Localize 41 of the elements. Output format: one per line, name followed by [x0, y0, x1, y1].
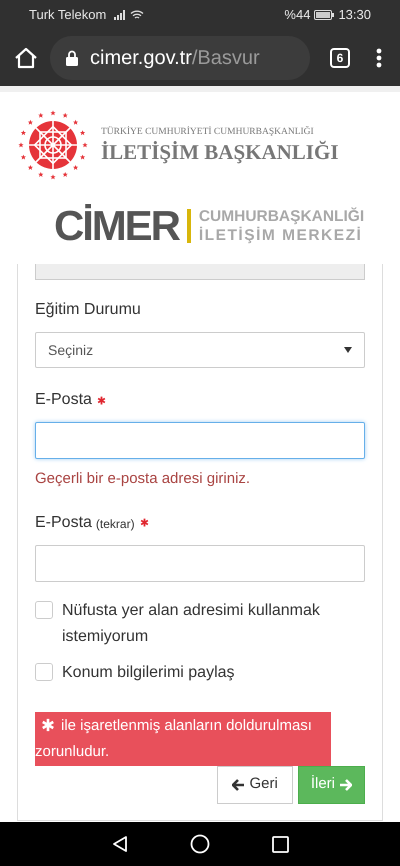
lock-icon: [66, 50, 78, 66]
arrow-left-icon: [232, 778, 246, 790]
arrow-right-icon: [339, 778, 352, 790]
field-label: Eğitim Durumu: [35, 300, 141, 320]
required-icon: [140, 518, 149, 527]
required-icon: [96, 396, 106, 404]
back-nav-icon[interactable]: [110, 835, 129, 853]
dropdown-caret-icon: [344, 347, 352, 353]
checkbox-label: Nüfusta yer alan adresimi kullanmak istemiyorum: [62, 600, 321, 646]
signal-icon: [114, 10, 126, 20]
org-subtitle: TÜRKİYE CUMHURİYETİ CUMHURBAŞKANLIĞI: [101, 125, 315, 139]
email-input[interactable]: [35, 544, 365, 582]
wifi-icon: [130, 10, 144, 20]
battery-icon: [314, 10, 334, 20]
asterisk-icon: [41, 718, 55, 732]
brand-subtitle: İLETİŞİM MERKEZİ: [198, 226, 364, 245]
error-message: Geçerli bir e-posta adresi giriniz.: [35, 469, 252, 489]
brand-title: CİMER: [54, 205, 179, 247]
home-icon[interactable]: [14, 47, 38, 69]
carrier-name: Turk Telekom: [29, 6, 106, 24]
education-select[interactable]: Seçiniz: [35, 332, 365, 368]
home-nav-icon[interactable]: [190, 834, 210, 854]
org-title: İLETİŞİM BAŞKANLIĞI: [101, 139, 338, 166]
field-note: (tekrar): [96, 516, 135, 533]
brand-subtitle: CUMHURBAŞKANLIĞI: [198, 207, 364, 226]
recents-nav-icon[interactable]: [272, 836, 290, 852]
back-button[interactable]: Geri: [217, 766, 293, 804]
address-bar[interactable]: cimer.gov.tr/Basvur: [50, 36, 310, 80]
emblem-logo: [17, 109, 89, 181]
checkbox[interactable]: [35, 662, 53, 680]
email-input[interactable]: [35, 422, 365, 459]
more-options-icon[interactable]: [376, 48, 382, 68]
field-label: E-Posta: [35, 512, 92, 532]
checkbox-label: Konum bilgilerimi paylaş: [62, 662, 236, 682]
clock-time: 13:30: [338, 6, 371, 24]
tab-count-button[interactable]: 6: [330, 48, 350, 68]
battery-percent: %44: [284, 6, 310, 24]
checkbox[interactable]: [35, 600, 53, 618]
url-text: cimer.gov.tr/Basvur: [90, 46, 260, 71]
required-notice: ile işaretlenmiş alanların doldurulması zorunludur.: [35, 712, 331, 766]
field-label: E-Posta: [35, 390, 92, 410]
